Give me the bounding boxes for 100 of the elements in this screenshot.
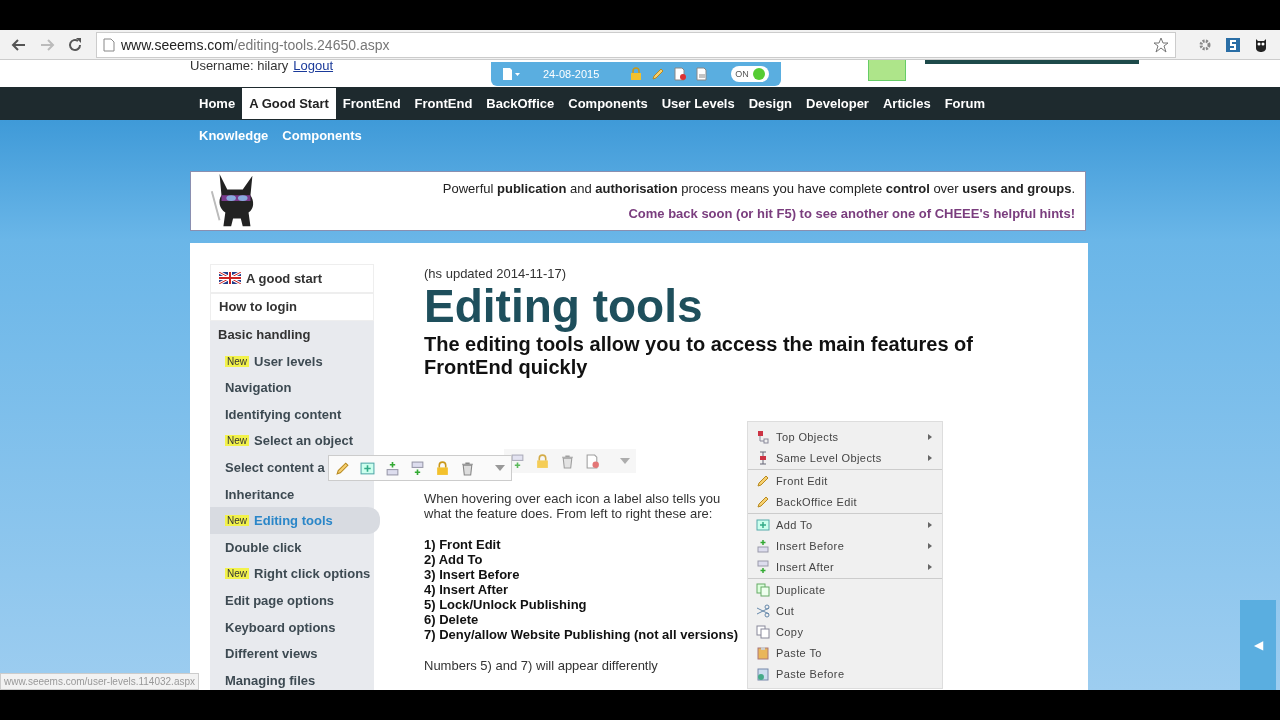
add-icon[interactable] xyxy=(360,460,375,476)
feature-item: 2) Add To xyxy=(424,552,484,567)
sidebar-label: Keyboard options xyxy=(225,619,336,635)
menu-item[interactable]: Add To xyxy=(748,513,942,535)
menu-item[interactable]: Same Level Objects xyxy=(748,447,942,468)
sidebar-item[interactable]: New User levels xyxy=(210,347,374,375)
sidebar-item[interactable]: A good start xyxy=(210,264,374,293)
nav-tab[interactable]: Articles xyxy=(875,88,938,119)
menu-item[interactable]: Front Edit xyxy=(748,469,942,491)
menu-item[interactable]: Paste Before xyxy=(748,663,942,684)
sidebar-item[interactable]: Navigation xyxy=(210,374,374,401)
feature-item: 7) Deny/allow Website Publishing (not all versions) xyxy=(424,627,739,642)
duplicate-icon xyxy=(756,582,770,597)
pencil-icon[interactable] xyxy=(335,460,350,476)
submenu-arrow-icon xyxy=(928,433,932,440)
nav-tab[interactable]: FrontEnd xyxy=(407,88,480,119)
sidebar-label: Select an object xyxy=(254,433,353,449)
submenu-arrow-icon xyxy=(928,542,932,549)
menu-item[interactable]: BackOffice Edit xyxy=(748,491,942,512)
sidebar-item[interactable]: Double click xyxy=(210,533,374,561)
sidebar-label: A good start xyxy=(246,270,323,286)
feature-item: 1) Front Edit xyxy=(424,537,502,552)
feature-item: 4) Insert After xyxy=(424,582,510,597)
sidebar-label: Select content a xyxy=(225,459,325,475)
sidebar-item[interactable]: Inheritance xyxy=(210,480,374,508)
nav-tab[interactable]: FrontEnd xyxy=(335,88,408,119)
sidebar-item[interactable]: How to login xyxy=(210,292,374,322)
pencil-icon[interactable] xyxy=(651,67,666,81)
sidebar-label: User levels xyxy=(254,353,323,369)
insert-after-icon[interactable] xyxy=(510,453,525,469)
sidebar-item[interactable]: New Editing tools xyxy=(210,507,380,534)
sidebar-label: Inheritance xyxy=(225,486,295,502)
sidebar-label: Double click xyxy=(225,539,302,555)
sidebar-item[interactable]: Basic handling xyxy=(210,321,374,348)
new-badge: New xyxy=(225,515,249,527)
submenu-arrow-icon xyxy=(928,454,932,461)
sidebar-item[interactable]: Identifying content xyxy=(210,400,374,428)
page-subtitle: The editing tools allow you to access the main features of FrontEnd quickly xyxy=(424,333,974,379)
feature-item: 5) Lock/Unlock Publishing xyxy=(424,597,588,612)
page-icon xyxy=(103,37,115,52)
menu-item[interactable]: Top Objects xyxy=(748,426,942,447)
reload-icon[interactable] xyxy=(67,36,83,53)
nav-tab[interactable]: A Good Start xyxy=(242,88,336,119)
new-badge: New xyxy=(225,355,249,367)
caret-icon[interactable] xyxy=(620,458,630,464)
toggle-switch[interactable]: ON xyxy=(731,66,770,82)
sidebar-label: Identifying content xyxy=(225,406,342,422)
menu-item[interactable]: Duplicate xyxy=(748,578,942,600)
document-icon[interactable] xyxy=(673,67,688,81)
sidebar-label: Basic handling xyxy=(218,327,311,342)
document-icon[interactable] xyxy=(695,67,710,81)
nav-tab[interactable]: Developer xyxy=(799,88,876,119)
sidebar-item[interactable]: Different views xyxy=(210,640,374,667)
nav-tab[interactable]: User Levels xyxy=(654,88,742,119)
lock-icon[interactable] xyxy=(629,67,644,81)
logout-link[interactable]: Logout xyxy=(293,60,334,72)
sidebar-item[interactable]: Keyboard options xyxy=(210,613,374,641)
status-url: www.seeems.com/user-levels.114032.aspx xyxy=(0,673,199,690)
pencil-icon xyxy=(756,494,770,509)
menu-item[interactable]: Insert Before xyxy=(748,535,942,556)
back-icon[interactable] xyxy=(11,36,27,53)
nav-tab[interactable]: Forum xyxy=(937,88,993,119)
sidebar-item[interactable]: New Right click options xyxy=(210,560,374,588)
nav-tab[interactable]: Design xyxy=(741,88,800,119)
sidebar-item[interactable]: Edit page options xyxy=(210,587,374,614)
copy-icon xyxy=(756,624,770,639)
trash-icon[interactable] xyxy=(460,460,475,476)
clipboard-icon xyxy=(756,666,770,681)
owl-icon[interactable] xyxy=(1253,36,1269,53)
username-text: Username: hilary xyxy=(190,60,289,72)
caret-icon[interactable] xyxy=(495,465,505,471)
lock-icon[interactable] xyxy=(535,453,550,469)
star-icon[interactable] xyxy=(1153,36,1169,53)
forward-icon[interactable] xyxy=(39,36,55,53)
insert-before-icon xyxy=(756,538,770,553)
nav-tab[interactable]: Home xyxy=(192,88,243,119)
lock-icon[interactable] xyxy=(435,460,450,476)
sidebar-label: Editing tools xyxy=(254,513,333,529)
insert-before-icon[interactable] xyxy=(385,460,400,476)
trash-icon[interactable] xyxy=(560,453,575,469)
menu-item[interactable]: Copy xyxy=(748,621,942,642)
sidebar-item[interactable]: New Select an object xyxy=(210,427,374,455)
menu-item[interactable]: Cut xyxy=(748,600,942,621)
hierarchy-icon xyxy=(756,429,770,444)
address-bar[interactable]: www.seeems.com/editing-tools.24650.aspx xyxy=(96,31,1176,58)
nav-tab[interactable]: Components xyxy=(561,88,655,119)
new-badge: New xyxy=(225,435,249,447)
menu-item[interactable]: Insert After xyxy=(748,556,942,577)
document-icon[interactable] xyxy=(585,453,600,469)
pencil-icon xyxy=(756,473,770,488)
insert-after-icon[interactable] xyxy=(410,460,425,476)
sidebar-label: Different views xyxy=(225,646,318,662)
sidebar-label: How to login xyxy=(219,299,297,315)
nav-tab[interactable]: BackOffice xyxy=(479,88,562,119)
add-icon xyxy=(756,517,770,532)
sidebar-label: Navigation xyxy=(225,380,292,396)
menu-item[interactable]: Paste To xyxy=(748,642,942,663)
action-button[interactable] xyxy=(868,60,907,81)
sidebar-item[interactable]: Managing files xyxy=(210,666,374,690)
s-logo-icon[interactable] xyxy=(1225,36,1241,53)
